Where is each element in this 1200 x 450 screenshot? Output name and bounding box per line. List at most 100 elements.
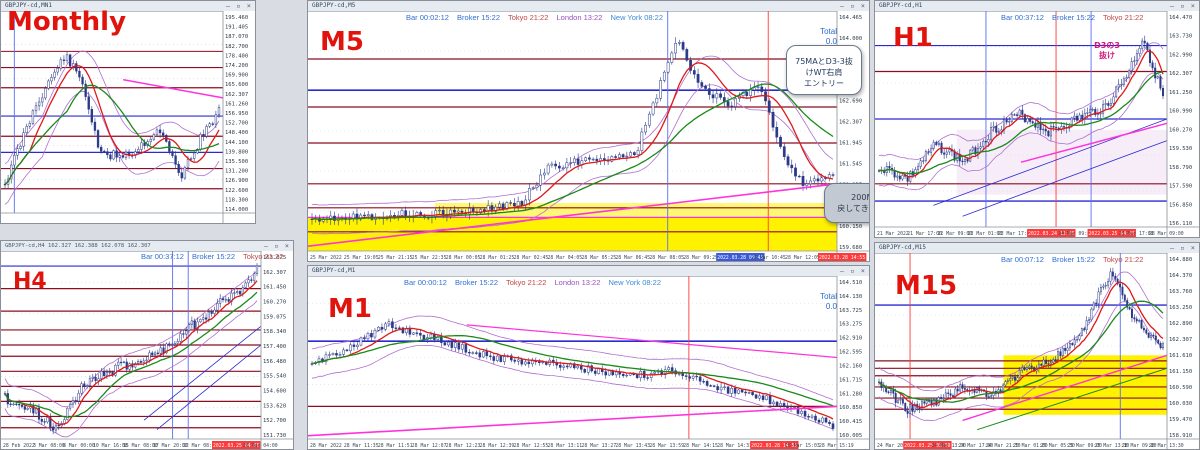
window-controls[interactable]: – ▫ ×	[226, 1, 252, 11]
h1-window-title: GBPJPY-cd,H1	[879, 2, 923, 9]
price-tick-label: 144.100	[225, 140, 248, 146]
candle-body	[987, 396, 990, 398]
candle-body	[468, 352, 471, 354]
candle-body	[345, 349, 349, 352]
candle-body	[976, 147, 980, 155]
candle-body	[71, 400, 75, 405]
candle-body	[66, 407, 69, 420]
time-tick-label: 25 Mar 21:15	[378, 255, 413, 261]
candle-body	[65, 54, 69, 61]
m15-plot[interactable]: 164.880 164.370 163.760 163.250 162.890 162.3…	[875, 253, 1200, 450]
window-controls[interactable]: – ▫ ×	[840, 266, 866, 276]
price-tick-label: 162.990	[1169, 52, 1192, 58]
candle-body	[1029, 118, 1032, 122]
candle-body	[366, 214, 370, 216]
candle-body	[187, 324, 191, 332]
m5-plot[interactable]: 164.465164.000163.565163.000162.690162.3…	[308, 11, 870, 262]
candle-body	[800, 410, 803, 414]
candle-body	[820, 177, 824, 182]
candle-body	[1073, 339, 1076, 346]
window-controls[interactable]: – ▫ ×	[1170, 243, 1196, 253]
candle-body	[216, 303, 219, 311]
candle-body	[982, 141, 985, 147]
candle-body	[118, 155, 121, 158]
candle-body	[1121, 286, 1124, 296]
price-tick-label: 160.415	[839, 419, 862, 425]
price-tick-label: 122.600	[225, 188, 248, 194]
candle-body	[1133, 317, 1136, 320]
candle-body	[543, 172, 546, 176]
m1-plot[interactable]: 164.510 164.130 163.725 163.275 162.910 162.5…	[308, 276, 870, 450]
candle-body	[768, 395, 772, 405]
candle-body	[219, 298, 222, 304]
candle-body	[937, 142, 940, 145]
candle-body	[1026, 118, 1029, 123]
candle-body	[716, 386, 719, 391]
window-controls[interactable]: – ▫ ×	[1170, 1, 1196, 11]
candle-body	[940, 397, 943, 399]
price-tick-label: 157.590	[1169, 184, 1192, 190]
candle-body	[588, 157, 591, 160]
h1-plot[interactable]: 164.470 163.730 162.990 162.307 161.250 160.9…	[875, 11, 1200, 238]
window-controls[interactable]: – ▫ ×	[840, 1, 866, 11]
candle-body	[554, 163, 557, 167]
candle-body	[807, 416, 810, 418]
m1-chart-window[interactable]: GBPJPY-cd,M1 – ▫ × 164.510 164.130 163.725…	[307, 265, 870, 450]
candle-body	[496, 355, 499, 361]
candle-body	[1114, 275, 1117, 280]
price-tick-label: 159.470	[1169, 417, 1192, 423]
candle-body	[199, 134, 202, 150]
candle-body	[415, 332, 419, 334]
h4-chart-window[interactable]: GBPJPY-cd,H4 162.327 162.388 162.078 162…	[0, 240, 294, 450]
candle-body	[34, 105, 38, 112]
monthly-chart-window[interactable]: GBPJPY-cd,MN1 – ▫ × 195.460 191.405 187.07…	[0, 0, 256, 224]
candle-body	[1104, 284, 1107, 287]
price-tick-label: 162.307	[225, 92, 248, 98]
candle-body	[670, 367, 674, 371]
candle-body	[475, 352, 478, 354]
candle-body	[1054, 359, 1057, 361]
price-tick-label: 152.700	[225, 121, 248, 127]
m5-chart-window[interactable]: GBPJPY-cd,M5 – ▫ × 164.465164.000163.565…	[307, 0, 870, 262]
candle-body	[1045, 359, 1048, 364]
candle-body	[747, 392, 751, 394]
callout-line: 75MAとD3-3抜けWT右肩	[795, 57, 853, 77]
candle-body	[513, 359, 517, 362]
candle-body	[1142, 327, 1145, 331]
candle-body	[688, 376, 691, 379]
time-tick-label: 28 Mar 04:05	[548, 255, 583, 261]
candle-body	[569, 162, 572, 164]
candle-body	[824, 417, 828, 423]
h4-plot[interactable]: 163.025 162.307 161.450 160.270 159.075 158.3…	[1, 251, 294, 450]
candle-body	[667, 367, 670, 371]
candle-body	[814, 415, 817, 421]
candle-body	[583, 369, 587, 373]
candle-body	[207, 311, 210, 320]
candle-body	[224, 299, 227, 301]
candle-body	[597, 368, 601, 374]
window-controls[interactable]: – ▫ ×	[264, 241, 290, 251]
h1-chart-window[interactable]: GBPJPY-cd,H1 – ▫ × 164.470 163.730 162.990…	[874, 0, 1200, 238]
candle-body	[1042, 359, 1045, 366]
m15-chart-window[interactable]: GBPJPY-cd,M15 – ▫ × 164.880 164.370 163.76…	[874, 242, 1200, 450]
candle-body	[1162, 343, 1164, 349]
bollinger-lower	[311, 345, 834, 430]
candle-body	[963, 388, 966, 390]
m5-total-readout: Total 0.0	[811, 27, 837, 47]
candle-body	[920, 401, 923, 410]
candle-body	[12, 403, 15, 405]
candle-body	[712, 385, 716, 387]
candle-body	[109, 154, 112, 160]
callout-line: 200MAを前に	[851, 193, 869, 202]
candle-body	[40, 419, 43, 422]
candle-body	[391, 321, 394, 329]
candle-body	[1104, 103, 1107, 105]
candle-body	[412, 332, 415, 335]
candle-body	[1073, 115, 1076, 119]
candle-body	[1130, 61, 1133, 71]
monthly-plot[interactable]: 195.460 191.405 187.070 182.700 178.400 174.2…	[1, 11, 256, 224]
price-tick-label: 163.275	[839, 322, 862, 328]
candle-body	[689, 60, 692, 71]
candle-body	[659, 80, 662, 99]
candle-body	[969, 149, 972, 162]
